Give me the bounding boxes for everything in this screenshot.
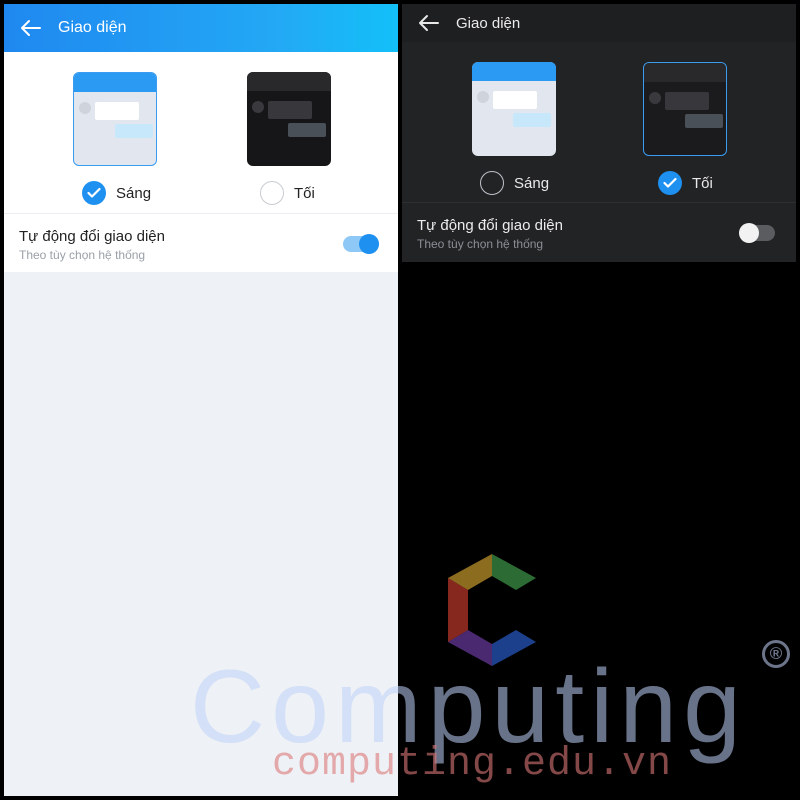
auto-theme-subtitle: Theo tùy chọn hệ thống: [19, 248, 146, 262]
light-option[interactable]: Sáng: [480, 171, 549, 195]
radio-unchecked: [260, 181, 284, 205]
page-title: Giao diện: [58, 19, 127, 36]
dark-header: Giao diện: [402, 4, 796, 42]
radio-unchecked: [480, 171, 504, 195]
light-header: Giao diện: [4, 4, 398, 52]
dark-theme-screen: Giao diện Sáng Tối Tự động đổi giao diện…: [402, 4, 796, 262]
light-option-label: Sáng: [514, 174, 550, 192]
dark-theme-preview[interactable]: [247, 72, 331, 166]
light-theme-preview[interactable]: [73, 72, 157, 166]
dark-theme-preview[interactable]: [643, 62, 727, 156]
light-theme-preview[interactable]: [472, 62, 556, 156]
back-arrow-icon[interactable]: [20, 19, 42, 37]
checkmark-icon: [658, 171, 682, 195]
toggle-knob: [359, 234, 379, 254]
auto-theme-title: Tự động đổi giao diện: [19, 228, 165, 245]
back-arrow-icon[interactable]: [418, 14, 440, 32]
checkmark-icon: [82, 181, 106, 205]
light-option-label: Sáng: [116, 184, 152, 202]
auto-theme-toggle[interactable]: [343, 234, 379, 254]
dark-option[interactable]: Tối: [260, 181, 315, 205]
toggle-knob: [739, 223, 759, 243]
auto-theme-title: Tự động đổi giao diện: [417, 217, 563, 234]
page-title: Giao diện: [456, 14, 521, 32]
auto-theme-row[interactable]: Tự động đổi giao diện Theo tùy chọn hệ t…: [4, 213, 398, 273]
dark-option-label: Tối: [294, 184, 315, 202]
auto-theme-subtitle: Theo tùy chọn hệ thống: [417, 237, 544, 251]
theme-settings: Sáng Tối Tự động đổi giao diện Theo tùy …: [4, 52, 398, 272]
auto-theme-row[interactable]: Tự động đổi giao diện Theo tùy chọn hệ t…: [402, 202, 796, 262]
dark-option[interactable]: Tối: [658, 171, 713, 195]
watermark-url: computing.edu.vn: [272, 742, 673, 787]
auto-theme-toggle[interactable]: [739, 223, 775, 243]
dark-option-label: Tối: [692, 174, 713, 192]
light-option[interactable]: Sáng: [82, 181, 151, 205]
registered-mark: ®: [762, 640, 790, 668]
